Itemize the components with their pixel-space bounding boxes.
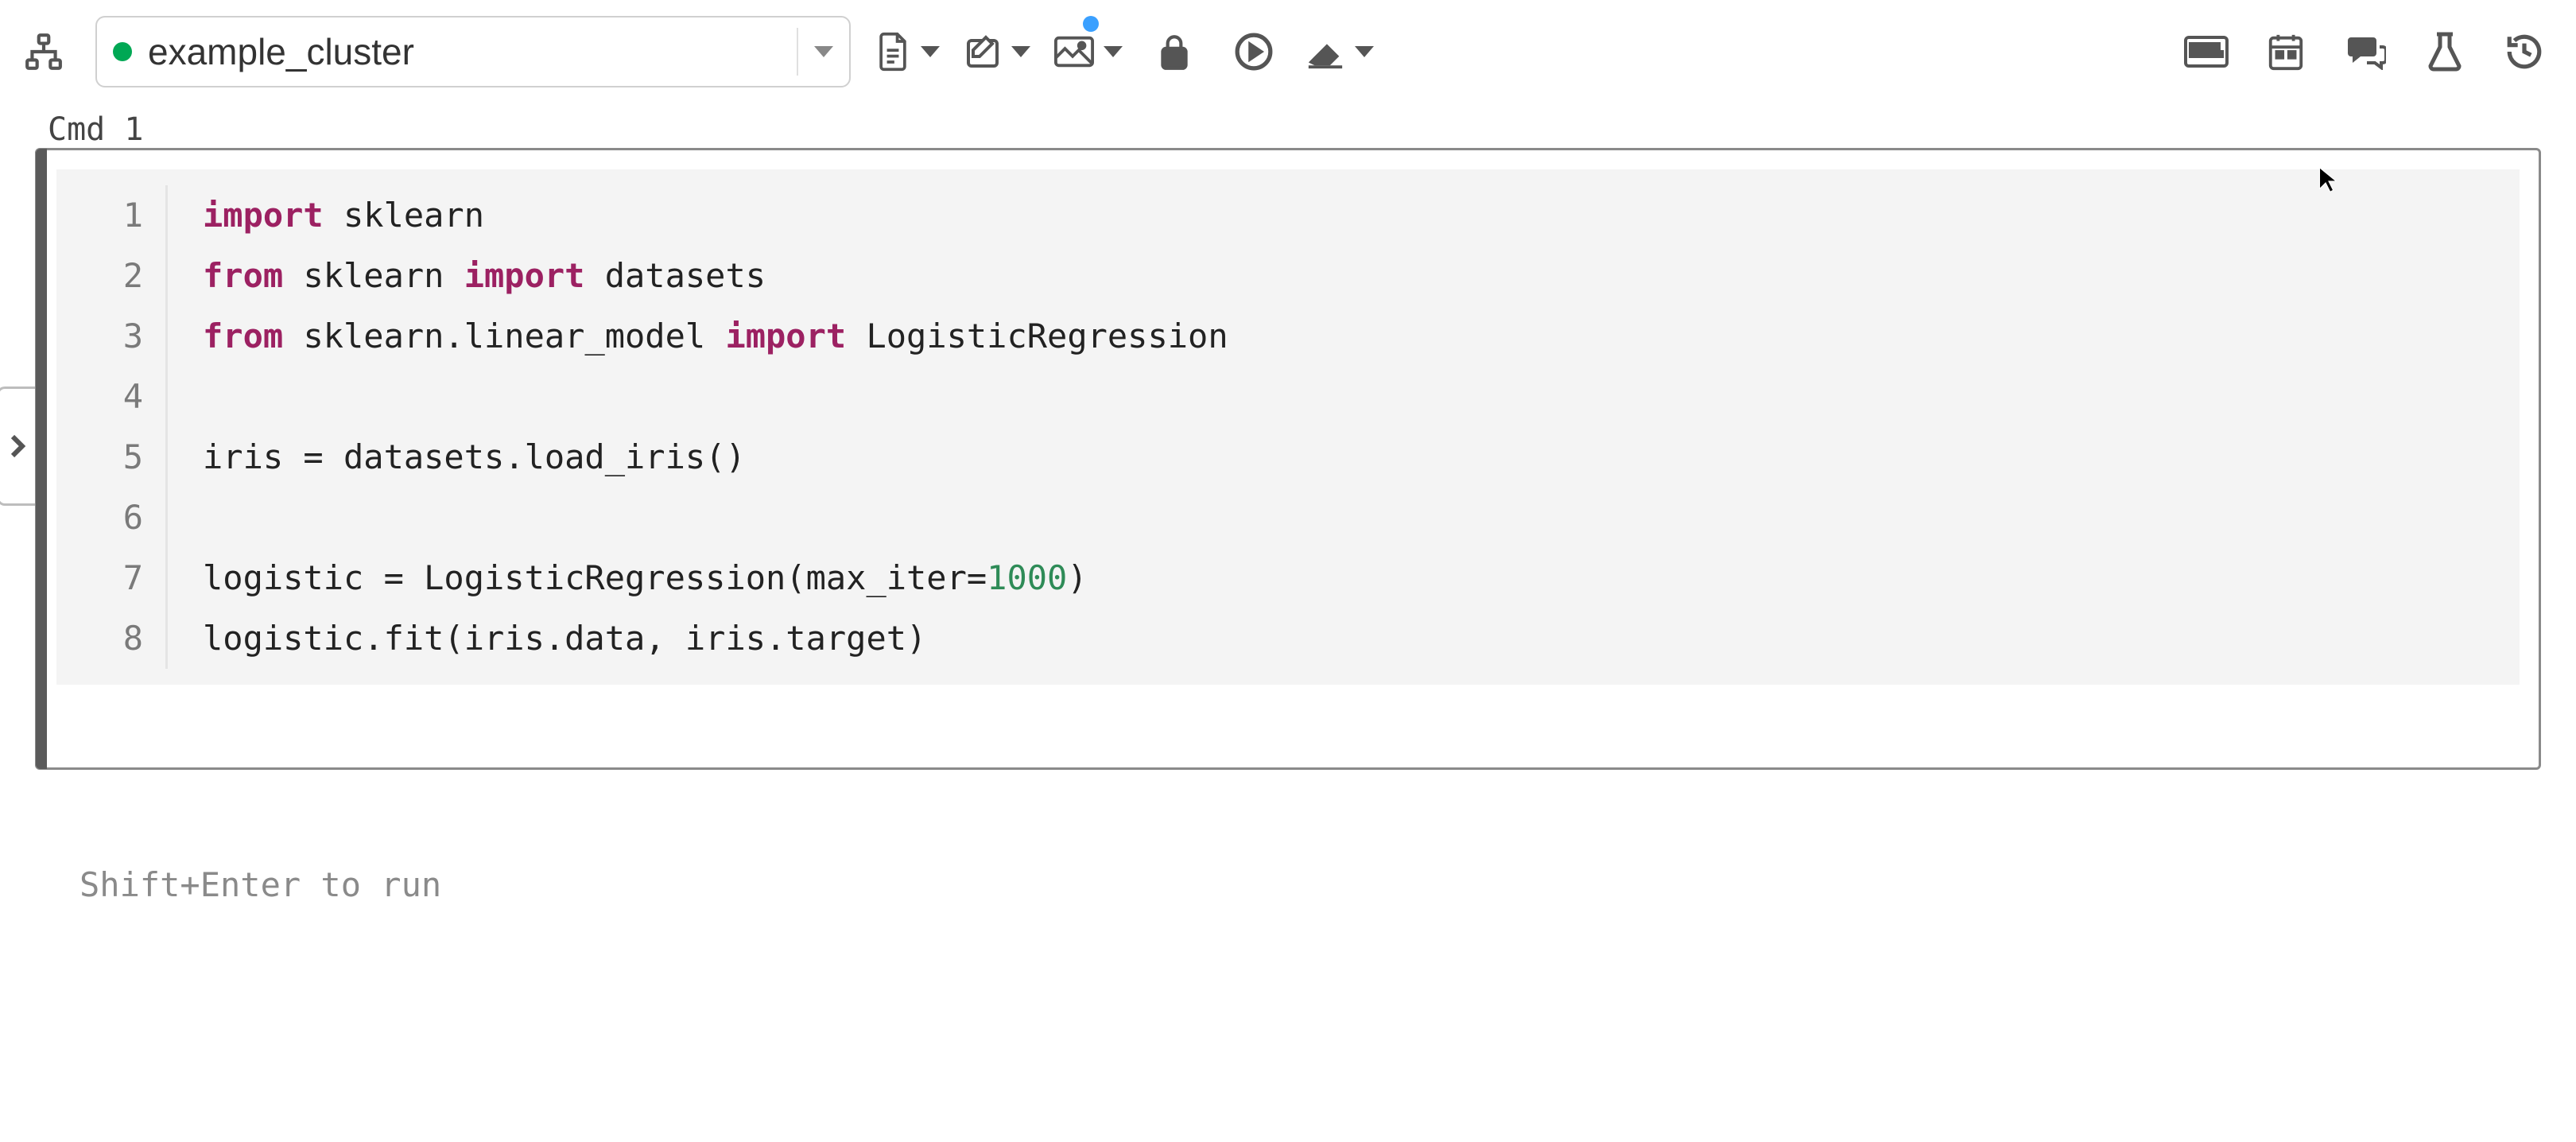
keyboard-shortcuts-button[interactable] [2178,24,2234,80]
run-all-button[interactable] [1226,24,1282,80]
experiments-button[interactable] [2417,24,2473,80]
chevron-down-icon [1011,46,1030,57]
chevron-down-icon [921,46,940,57]
line-number: 4 [56,367,143,427]
code-line[interactable]: iris = datasets.load_iris() [203,427,1228,487]
line-number: 3 [56,306,143,367]
line-number: 5 [56,427,143,487]
cluster-status-dot [113,42,132,61]
code-line[interactable]: logistic.fit(iris.data, iris.target) [203,608,1228,669]
cluster-selector[interactable]: example_cluster [95,16,851,87]
notebook-toolbar: example_cluster [0,0,2576,103]
chevron-down-icon [1104,46,1123,57]
line-number: 6 [56,487,143,548]
cluster-name-label: example_cluster [148,30,414,73]
code-line[interactable] [203,367,1228,427]
code-content[interactable]: import sklearnfrom sklearn import datase… [168,185,1228,669]
line-number: 7 [56,548,143,608]
run-hint-text: Shift+Enter to run [0,770,2576,904]
workspace-tree-button[interactable] [16,24,72,80]
edit-menu-button[interactable] [964,24,1030,80]
cell-command-label: Cmd 1 [0,103,2576,148]
file-menu-button[interactable] [875,24,940,80]
expand-sidebar-tab[interactable] [0,386,35,506]
schedule-button[interactable] [2258,24,2314,80]
cell-active-indicator [36,149,47,769]
line-number-gutter: 12345678 [56,185,168,669]
line-number: 1 [56,185,143,246]
code-line[interactable] [203,487,1228,548]
revision-history-button[interactable] [2496,24,2552,80]
line-number: 8 [56,608,143,669]
code-line[interactable]: import sklearn [203,185,1228,246]
permissions-button[interactable] [1146,24,1202,80]
code-line[interactable]: from sklearn.linear_model import Logisti… [203,306,1228,367]
chevron-down-icon [814,46,833,57]
line-number: 2 [56,246,143,306]
cluster-caret[interactable] [797,28,833,76]
chevron-down-icon [1355,46,1374,57]
clear-menu-button[interactable] [1305,24,1374,80]
comments-button[interactable] [2337,24,2393,80]
notification-dot [1083,16,1099,32]
code-line[interactable]: logistic = LogisticRegression(max_iter=1… [203,548,1228,608]
notebook-cell[interactable]: 12345678 import sklearnfrom sklearn impo… [35,148,2541,770]
mouse-cursor [2318,166,2337,193]
code-editor[interactable]: 12345678 import sklearnfrom sklearn impo… [56,169,2520,685]
view-menu-button[interactable] [1054,24,1123,80]
code-line[interactable]: from sklearn import datasets [203,246,1228,306]
